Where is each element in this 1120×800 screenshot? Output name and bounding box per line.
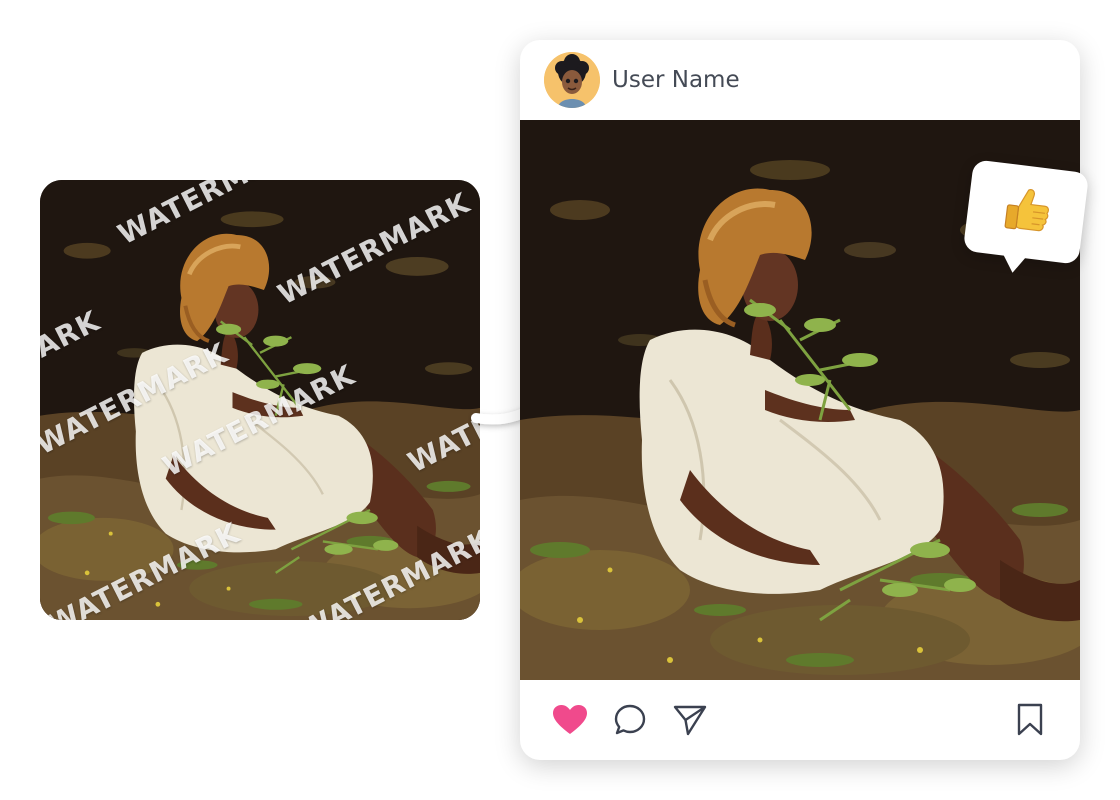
share-button[interactable] <box>672 702 708 738</box>
avatar-icon <box>544 52 600 108</box>
like-button[interactable] <box>552 702 588 738</box>
bookmark-icon <box>1017 703 1043 736</box>
user-name[interactable]: User Name <box>612 67 740 93</box>
heart-icon <box>553 705 587 734</box>
source-photo-image <box>40 180 480 620</box>
post-actions-bar <box>520 680 1080 760</box>
comment-button[interactable] <box>612 702 648 738</box>
thumbs-up-icon <box>1004 189 1049 232</box>
comment-icon <box>614 704 646 735</box>
reaction-bubble <box>962 159 1090 265</box>
watermarked-photo: WATERMARK WATERMARK WATERMARK WATERMARK … <box>40 180 480 620</box>
scene: WATERMARK WATERMARK WATERMARK WATERMARK … <box>0 0 1120 800</box>
post-header: User Name <box>520 40 1080 120</box>
save-button[interactable] <box>1012 702 1048 738</box>
social-post-card: User Name <box>520 40 1080 760</box>
avatar[interactable] <box>544 52 600 108</box>
send-icon <box>673 705 707 736</box>
